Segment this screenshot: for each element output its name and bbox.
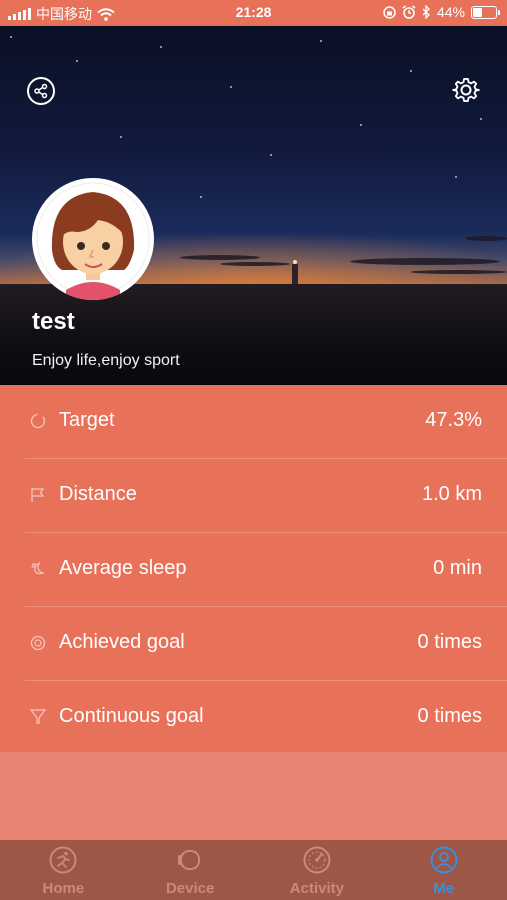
stat-row-continuous-goal[interactable]: Continuous goal 0 times	[25, 681, 507, 755]
tab-device[interactable]: Device	[127, 840, 254, 900]
battery-icon	[471, 5, 500, 19]
stat-label: Target	[59, 409, 115, 431]
stat-value: 47.3%	[425, 409, 482, 431]
alarm-icon	[402, 5, 416, 19]
gear-icon[interactable]	[452, 76, 480, 104]
stat-label: Average sleep	[59, 557, 187, 579]
stat-value: 1.0 km	[421, 483, 482, 505]
watch-icon	[178, 850, 201, 870]
tab-label: Me	[433, 880, 455, 897]
bluetooth-icon	[422, 5, 430, 19]
tab-label: Home	[42, 880, 85, 897]
tab-bar: Home Device Activity Me	[0, 840, 507, 900]
tab-home[interactable]: Home	[0, 840, 127, 900]
avatar[interactable]	[32, 178, 154, 300]
lock-rotation-icon	[383, 5, 396, 19]
username: test	[32, 308, 75, 335]
run-icon	[49, 846, 77, 874]
stats-list: Target 47.3% Distance 1.0 km Average sle…	[0, 385, 507, 755]
target-icon	[30, 413, 46, 429]
stat-label: Achieved goal	[59, 631, 185, 653]
tab-label: Device	[165, 880, 215, 897]
tab-activity[interactable]: Activity	[254, 840, 381, 900]
empty-area	[0, 752, 507, 840]
stat-value: 0 times	[417, 705, 482, 727]
stat-value: 0 times	[417, 631, 482, 653]
profile-header: test Enjoy life,enjoy sport	[0, 26, 507, 385]
tab-me[interactable]: Me	[380, 840, 507, 900]
user-icon	[430, 846, 458, 874]
stat-row-achieved-goal[interactable]: Achieved goal 0 times	[25, 607, 507, 681]
battery-percent: 44%	[436, 4, 465, 20]
stat-row-distance[interactable]: Distance 1.0 km	[25, 459, 507, 533]
profile-motto: Enjoy life,enjoy sport	[32, 352, 180, 369]
sleep-icon	[30, 562, 46, 575]
stat-value: 0 min	[433, 557, 482, 579]
stat-label: Continuous goal	[59, 705, 204, 727]
share-icon[interactable]	[27, 77, 55, 105]
stat-row-average-sleep[interactable]: Average sleep 0 min	[25, 533, 507, 607]
medal-icon	[30, 635, 46, 651]
stat-row-target[interactable]: Target 47.3%	[25, 385, 507, 459]
trophy-icon	[30, 709, 46, 724]
tab-label: Activity	[289, 880, 344, 897]
flag-icon	[31, 488, 45, 502]
status-bar: 中国移动 21:28 44%	[0, 0, 507, 26]
stat-label: Distance	[59, 483, 137, 505]
gauge-icon	[303, 846, 331, 874]
